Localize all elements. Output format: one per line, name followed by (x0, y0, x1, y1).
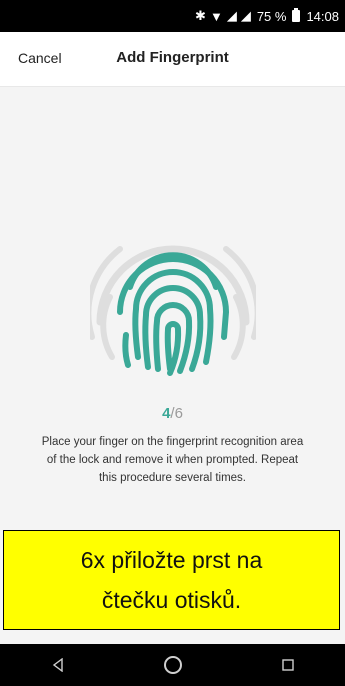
bluetooth-icon: ✱ (195, 8, 206, 23)
recents-icon (281, 659, 294, 671)
fingerprint-icon (90, 245, 256, 376)
signal-icon: ◢ (226, 8, 237, 23)
back-button[interactable] (38, 650, 78, 680)
back-icon (52, 658, 63, 672)
instruction-text: Place your finger on the fingerprint rec… (41, 436, 304, 484)
step-counter: 4/6 (0, 405, 345, 422)
bottom-gap (0, 630, 345, 644)
overlay-text: 6x přiložte prst na čtečku otisků. (80, 547, 263, 613)
battery-icon (292, 8, 301, 22)
navigation-bar (0, 644, 345, 686)
status-bar: ✱ ▼ ◢ ◢ 75 % 14:08 (0, 0, 345, 32)
wifi-icon: ▼ (209, 8, 223, 24)
signal-icon-2: ◢ (240, 8, 251, 23)
clock: 14:08 (306, 8, 339, 24)
home-icon (163, 656, 182, 674)
status-icons: ✱ ▼ ◢ ◢ (195, 8, 251, 24)
battery-percent: 75 % (256, 8, 287, 24)
recents-button[interactable] (268, 650, 308, 680)
overlay-banner: 6x přiložte prst na čtečku otisků. (3, 530, 340, 630)
content-area: 4/6 Place your finger on the fingerprint… (0, 87, 345, 527)
home-button[interactable] (153, 650, 193, 680)
step-total: 6 (174, 405, 183, 422)
app-header: Cancel Add Fingerprint (0, 32, 345, 87)
page-title: Add Fingerprint (116, 49, 229, 66)
